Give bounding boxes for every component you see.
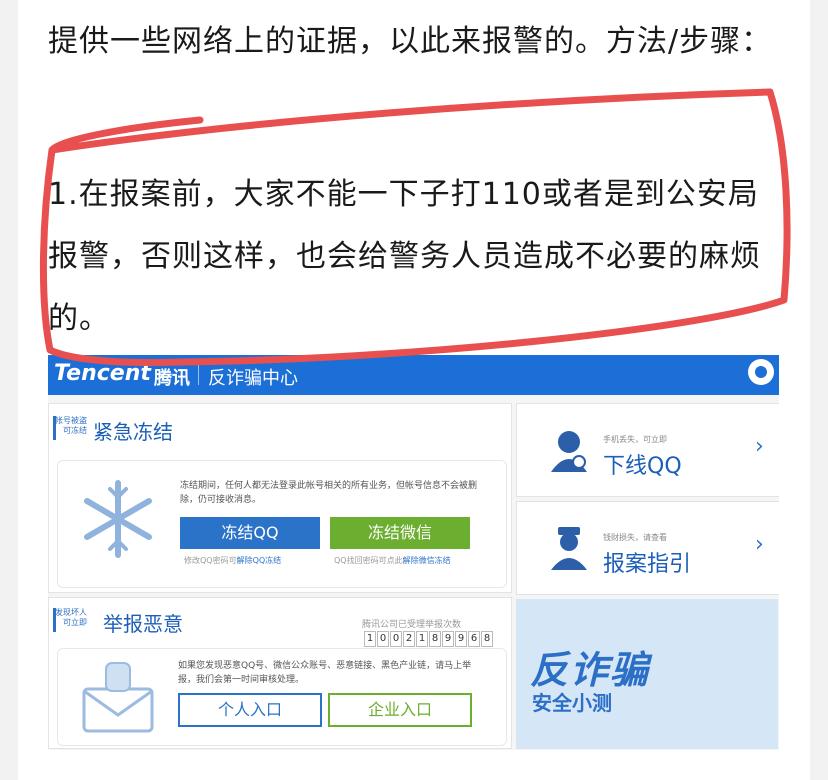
- unfreeze-wechat-link[interactable]: 解除微信冻结: [403, 556, 451, 565]
- report-description: 如果您发现恶意QQ号、微信公众账号、恶意链接、黑色产业链，请马上举报，我们会第一…: [178, 661, 472, 685]
- freeze-tag: 帐号被盗可冻结: [55, 416, 87, 435]
- hint-text: QQ找回密码可点此: [334, 556, 403, 565]
- company-entry-button[interactable]: 企业入口: [328, 693, 472, 727]
- banner-title: 反诈骗: [530, 648, 651, 692]
- counter-digit: 0: [390, 631, 402, 647]
- counter-digit: 9: [455, 631, 467, 647]
- tencent-logo: Tencent: [54, 361, 151, 386]
- chevron-right-icon: ›: [755, 532, 764, 557]
- article-step1-text: 1.在报案前，大家不能一下子打110或者是到公安局报警，否则这样，也会给警务人员…: [48, 177, 761, 336]
- embedded-screenshot: Tencent 腾讯 反诈骗中心 帐号被盗可冻结 紧急冻结 冻结期间，任何人都无…: [48, 355, 779, 750]
- report-guide-card[interactable]: 钱财损失，请查看 报案指引 ›: [516, 501, 779, 595]
- personal-entry-button[interactable]: 个人入口: [178, 693, 322, 727]
- unfreeze-qq-hint: 修改QQ密码可解除QQ冻结: [184, 555, 281, 566]
- envelope-hand-icon: [82, 662, 154, 733]
- counter-digit: 1: [416, 631, 428, 647]
- freeze-description: 冻结期间，任何人都无法登录此帐号相关的所有业务，但帐号信息不会被删除，仍可接收消…: [180, 481, 478, 505]
- report-tag: 发现坏人可立即: [55, 608, 87, 627]
- counter-digit: 9: [442, 631, 454, 647]
- counter-digit: 2: [403, 631, 415, 647]
- freeze-title: 紧急冻结: [93, 420, 173, 444]
- tencent-logo-cn: 腾讯: [154, 368, 190, 389]
- counter-digit: 8: [481, 631, 493, 647]
- banner-subtitle: 安全小测: [532, 691, 612, 715]
- unfreeze-qq-link[interactable]: 解除QQ冻结: [237, 556, 282, 565]
- counter-digit: 8: [429, 631, 441, 647]
- report-title: 举报恶意: [103, 612, 183, 636]
- unfreeze-wechat-hint: QQ找回密码可点此解除微信冻结: [334, 555, 451, 566]
- center-title: 反诈骗中心: [208, 368, 298, 389]
- report-counter-label: 腾讯公司已受理举报次数: [362, 620, 462, 630]
- article-intro-text: 提供一些网络上的证据，以此来报警的。方法/步骤：: [48, 24, 773, 59]
- freeze-wechat-button[interactable]: 冻结微信: [330, 517, 470, 549]
- person-offline-icon: [551, 431, 587, 472]
- hint-text: 修改QQ密码可: [184, 556, 237, 565]
- report-counter: 1 0 0 2 1 8 9 9 6 8: [364, 631, 494, 647]
- offline-qq-label: 下线QQ: [603, 454, 682, 479]
- police-icon: [551, 527, 587, 570]
- snowflake-icon: [84, 480, 152, 558]
- tencent-header-bar: Tencent 腾讯 反诈骗中心: [48, 355, 779, 395]
- freeze-qq-button[interactable]: 冻结QQ: [180, 517, 320, 549]
- counter-digit: 6: [468, 631, 480, 647]
- guide-label: 报案指引: [603, 552, 692, 577]
- wifi-icon[interactable]: [748, 359, 774, 385]
- chevron-right-icon: ›: [755, 434, 764, 459]
- counter-digit: 0: [377, 631, 389, 647]
- anti-fraud-banner[interactable]: 反诈骗 安全小测: [516, 599, 778, 749]
- header-divider: [198, 365, 199, 385]
- freeze-panel: 帐号被盗可冻结 紧急冻结 冻结期间，任何人都无法登录此帐号相关的所有业务，但帐号…: [48, 403, 512, 593]
- offline-hint: 手机丢失，可立即: [603, 435, 667, 444]
- freeze-content-box: 冻结期间，任何人都无法登录此帐号相关的所有业务，但帐号信息不会被删除，仍可接收消…: [57, 460, 507, 588]
- guide-hint: 钱财损失，请查看: [603, 533, 667, 542]
- offline-qq-card[interactable]: 手机丢失，可立即 下线QQ ›: [516, 403, 779, 497]
- counter-digit: 1: [364, 631, 376, 647]
